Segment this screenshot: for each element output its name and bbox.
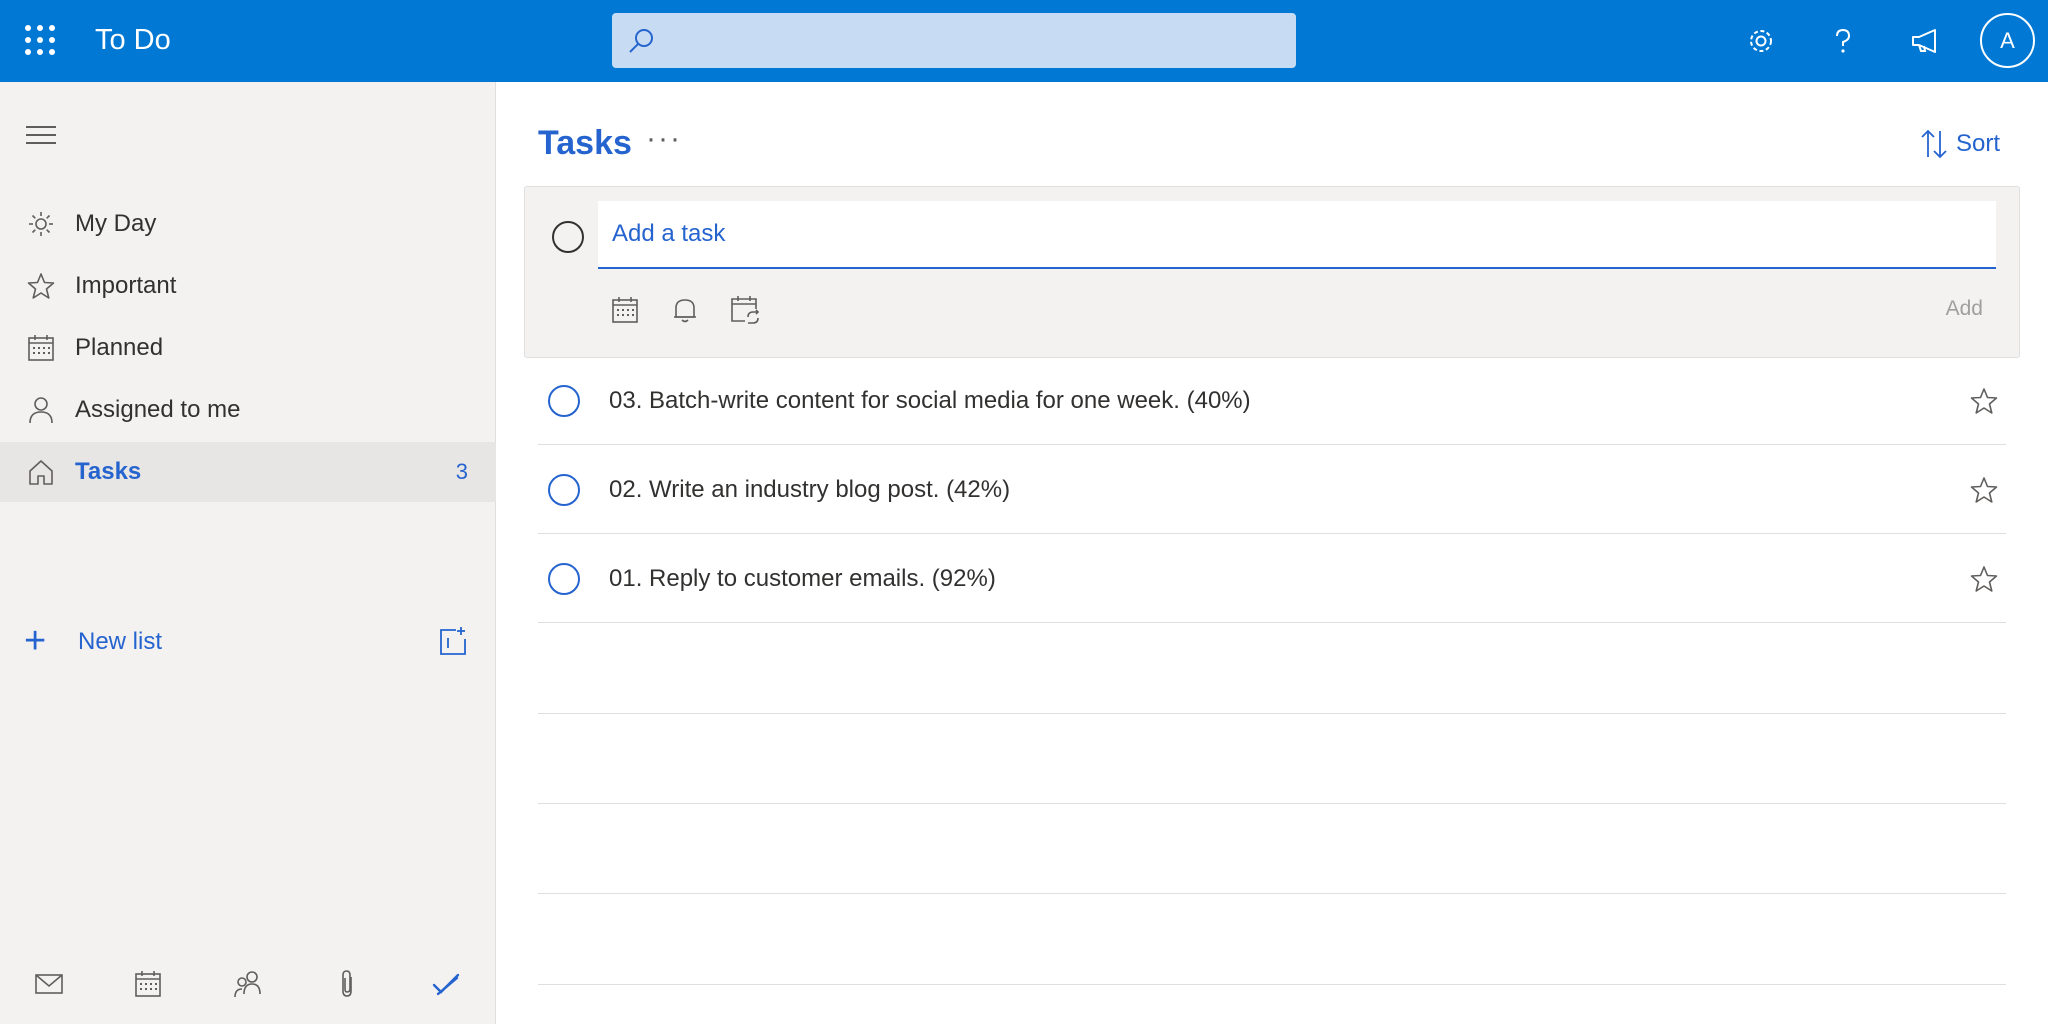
sidebar-item-assigned-to-me[interactable]: Assigned to me [0, 380, 496, 440]
new-group-icon[interactable] [436, 624, 470, 658]
calendar-app-icon[interactable] [130, 966, 166, 1002]
plus-icon: + [24, 620, 47, 662]
sidebar-item-label: Assigned to me [75, 396, 241, 423]
add-task-box: Add [524, 186, 2020, 358]
empty-row-divider [538, 893, 2006, 894]
sort-icon [1921, 129, 1947, 159]
complete-task-checkbox[interactable] [548, 474, 580, 506]
settings-gear-icon[interactable] [1740, 20, 1782, 62]
todo-check-icon[interactable] [428, 966, 464, 1002]
search-icon [629, 29, 653, 53]
paperclip-icon[interactable] [329, 966, 365, 1002]
star-icon[interactable] [1968, 563, 2000, 595]
sort-label: Sort [1955, 130, 2000, 157]
add-task-circle-icon [552, 221, 584, 253]
sidebar-item-label: My Day [75, 210, 157, 237]
repeat-icon[interactable] [728, 293, 762, 327]
top-bar: To Do A [0, 0, 2048, 82]
home-icon [26, 457, 56, 487]
sort-button[interactable]: Sort [1920, 126, 2000, 162]
star-icon[interactable] [1968, 385, 2000, 417]
sidebar-item-label: Planned [75, 334, 164, 361]
star-icon[interactable] [1968, 474, 2000, 506]
page-title: Tasks [538, 124, 632, 162]
new-list-label: New list [78, 628, 163, 655]
sidebar: My Day Important Planned Assigned to me … [0, 82, 496, 1024]
avatar[interactable]: A [1980, 13, 2035, 68]
task-title: 03. Batch-write content for social media… [609, 387, 1251, 414]
megaphone-icon[interactable] [1904, 20, 1946, 62]
sidebar-item-label: Important [75, 272, 177, 299]
sun-icon [26, 209, 56, 239]
person-icon [26, 395, 56, 425]
sidebar-item-my-day[interactable]: My Day [0, 194, 496, 254]
search-box[interactable] [612, 13, 1296, 68]
task-title: 01. Reply to customer emails. (92%) [609, 565, 996, 592]
people-icon[interactable] [230, 966, 266, 1002]
sidebar-item-important[interactable]: Important [0, 256, 496, 316]
sidebar-item-planned[interactable]: Planned [0, 318, 496, 378]
task-row[interactable]: 01. Reply to customer emails. (92%) [538, 535, 2006, 623]
task-row[interactable]: 03. Batch-write content for social media… [538, 357, 2006, 445]
calendar-icon [26, 333, 56, 363]
complete-task-checkbox[interactable] [548, 385, 580, 417]
task-row[interactable]: 02. Write an industry blog post. (42%) [538, 446, 2006, 534]
new-list-button[interactable]: + New list [0, 612, 496, 672]
app-launcher-icon[interactable] [22, 22, 58, 58]
more-options-button[interactable]: ··· [646, 122, 682, 156]
empty-row-divider [538, 984, 2006, 985]
sidebar-item-tasks[interactable]: Tasks 3 [0, 442, 496, 502]
reminder-bell-icon[interactable] [668, 293, 702, 327]
add-task-input[interactable] [598, 201, 1996, 269]
app-switcher-bar [0, 952, 496, 1012]
add-task-button[interactable]: Add [1946, 297, 1983, 321]
help-icon[interactable] [1822, 20, 1864, 62]
sidebar-item-label: Tasks [75, 458, 142, 485]
search-input[interactable] [668, 13, 1288, 68]
main-content: Tasks ··· Sort Add a task Add 03. Batch-… [496, 82, 2048, 1024]
hamburger-menu-icon[interactable] [26, 126, 56, 148]
empty-row-divider [538, 713, 2006, 714]
complete-task-checkbox[interactable] [548, 563, 580, 595]
mail-icon[interactable] [31, 966, 67, 1002]
star-icon [26, 271, 56, 301]
app-title: To Do [95, 24, 171, 56]
empty-row-divider [538, 803, 2006, 804]
task-count-badge: 3 [455, 459, 468, 484]
task-title: 02. Write an industry blog post. (42%) [609, 476, 1011, 503]
due-date-icon[interactable] [608, 293, 642, 327]
